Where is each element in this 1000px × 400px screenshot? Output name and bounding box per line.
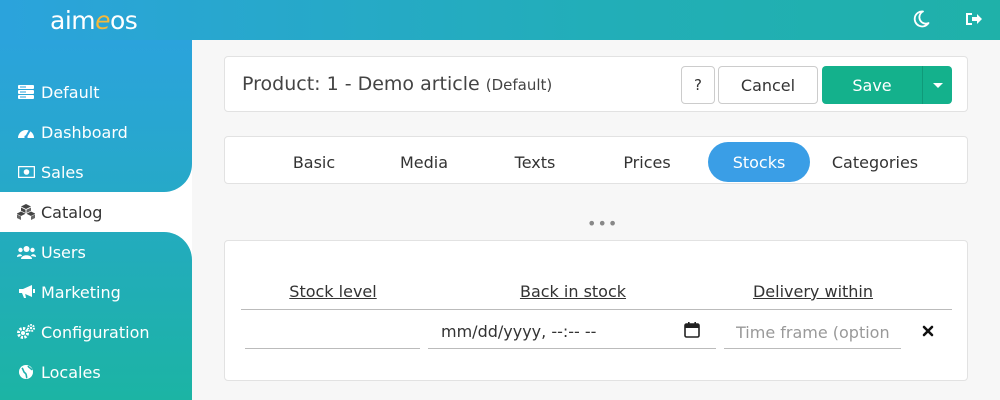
help-button[interactable]: ?: [681, 66, 715, 104]
delete-row-icon[interactable]: [921, 323, 935, 337]
sidebar-item-default[interactable]: Default: [16, 77, 186, 107]
tab-prices[interactable]: Prices: [610, 142, 684, 182]
site-label: (Default): [485, 76, 553, 94]
sidebar-item-label: Users: [41, 242, 86, 262]
sidebar-item-dashboard[interactable]: Dashboard: [16, 117, 186, 147]
sidebar-item-marketing[interactable]: Marketing: [16, 277, 186, 307]
tab-categories[interactable]: Categories: [825, 142, 925, 182]
server-icon: [16, 84, 36, 100]
users-icon: [16, 244, 36, 260]
sidebar-item-label: Default: [41, 82, 100, 102]
logo-text-accent: e: [95, 6, 111, 35]
logo-text-end: os: [110, 6, 138, 35]
logo-text-start: aim: [50, 6, 96, 35]
sidebar-item-label: Sales: [41, 162, 84, 182]
page-title: Product: 1 - Demo article (Default): [242, 73, 552, 95]
gauge-icon: [16, 124, 36, 140]
top-bar: aimeos: [0, 0, 1000, 40]
globe-icon: [16, 364, 36, 380]
cubes-icon: [16, 204, 36, 220]
bullhorn-icon: [16, 284, 36, 300]
sidebar-item-label: Marketing: [41, 282, 121, 302]
sidebar-item-catalog[interactable]: Catalog: [16, 197, 186, 227]
tab-media[interactable]: Media: [387, 142, 461, 182]
item-tabs: Basic Media Texts Prices Stocks Categori…: [224, 136, 968, 184]
table-header-divider: [241, 309, 952, 310]
sidebar: Default Dashboard Sales Catalog Users Ma…: [0, 40, 192, 400]
column-header-delivery-within[interactable]: Delivery within: [723, 282, 903, 301]
tab-stocks[interactable]: Stocks: [708, 142, 810, 182]
calendar-icon[interactable]: [683, 321, 701, 339]
cancel-button[interactable]: Cancel: [718, 66, 818, 104]
item-header: Product: 1 - Demo article (Default) ? Ca…: [224, 56, 968, 112]
sidebar-item-locales[interactable]: Locales: [16, 357, 186, 387]
sidebar-item-label: Configuration: [41, 322, 150, 342]
save-button[interactable]: Save: [822, 66, 922, 104]
sidebar-item-label: Locales: [41, 362, 101, 382]
gears-icon: [16, 324, 36, 340]
sidebar-item-users[interactable]: Users: [16, 237, 186, 267]
sidebar-item-label: Dashboard: [41, 122, 128, 142]
caret-down-icon: [932, 82, 943, 88]
moon-icon[interactable]: [910, 8, 932, 30]
stock-level-input[interactable]: [245, 317, 420, 349]
sidebar-item-configuration[interactable]: Configuration: [16, 317, 186, 347]
tab-texts[interactable]: Texts: [498, 142, 572, 182]
more-options-button[interactable]: •••: [587, 214, 618, 233]
item-title: Product: 1 - Demo article: [242, 73, 480, 95]
back-in-stock-input[interactable]: [428, 317, 716, 349]
column-header-back-in-stock[interactable]: Back in stock: [429, 282, 717, 301]
column-header-stock-level[interactable]: Stock level: [243, 282, 423, 301]
money-icon: [16, 164, 36, 180]
delivery-within-input[interactable]: [724, 317, 901, 349]
save-options-dropdown[interactable]: [922, 66, 952, 104]
sidebar-item-sales[interactable]: Sales: [16, 157, 186, 187]
aimeos-logo[interactable]: aimeos: [50, 6, 138, 36]
tab-basic[interactable]: Basic: [277, 142, 351, 182]
sidebar-item-label: Catalog: [41, 202, 103, 222]
stock-panel: Stock level Back in stock Delivery withi…: [224, 240, 968, 381]
logout-icon[interactable]: [962, 8, 984, 30]
